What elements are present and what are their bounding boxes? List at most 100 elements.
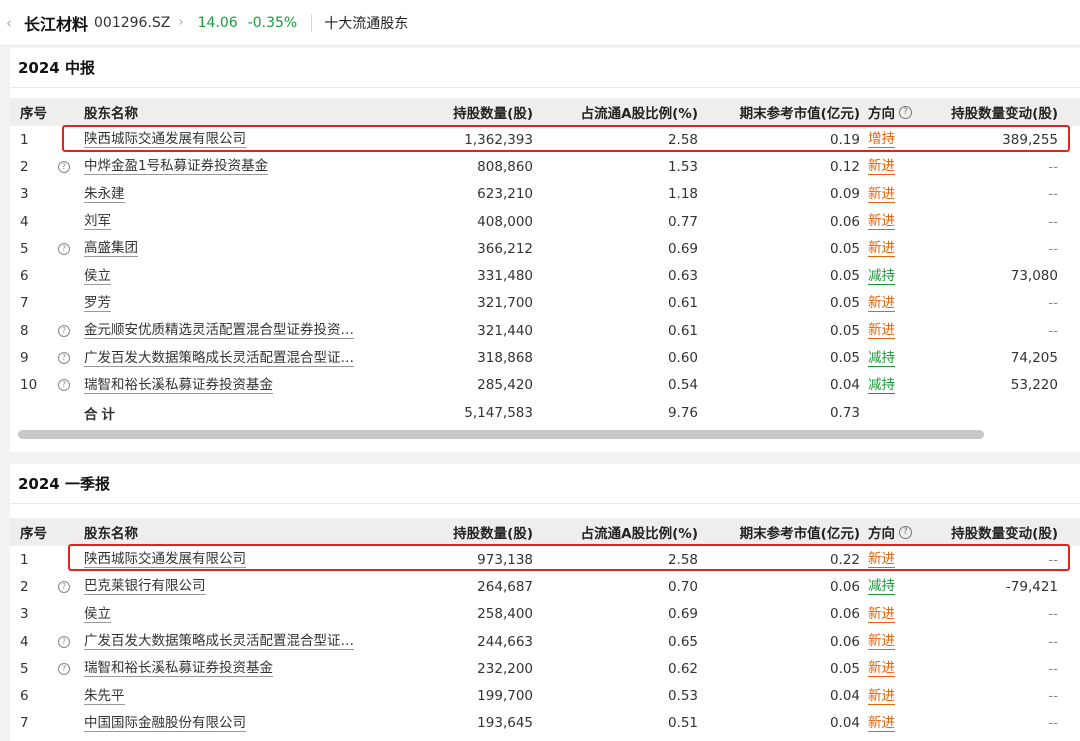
col-header-change[interactable]: 持股数量变动(股)	[940, 518, 1058, 546]
fund-info-cell: ?	[58, 317, 78, 344]
col-header-idx-label: 序号	[20, 106, 47, 122]
direction-link[interactable]: 新进	[868, 551, 895, 569]
col-header-name[interactable]: 股东名称	[84, 518, 414, 546]
col-header-market-value[interactable]: 期末参考市值(亿元)	[710, 98, 860, 126]
row-index: 6	[20, 688, 29, 705]
table-row[interactable]: 7 罗芳 321,700 0.61 0.05 新进 --	[10, 290, 1080, 317]
market-value: 0.06	[829, 213, 860, 230]
shareholder-name-link[interactable]: 陕西城际交通发展有限公司	[84, 551, 246, 569]
table-row[interactable]: 6 朱先平 199,700 0.53 0.04 新进 --	[10, 682, 1080, 709]
table-row[interactable]: 7 中国国际金融股份有限公司 193,645 0.51 0.04 新进 --	[10, 710, 1080, 737]
shares-held: 258,400	[477, 606, 533, 623]
shareholder-name-link[interactable]: 朱先平	[84, 688, 125, 705]
question-circle-icon[interactable]: ?	[899, 105, 912, 119]
table-row[interactable]: 2? 巴克莱银行有限公司 264,687 0.70 0.06 减持 -79,421	[10, 573, 1080, 600]
col-header-change[interactable]: 持股数量变动(股)	[940, 98, 1058, 126]
table-row[interactable]: 1 陕西城际交通发展有限公司 1,362,393 2.58 0.19 增持 389,255	[10, 126, 1080, 153]
table-row[interactable]: 3 朱永建 623,210 1.18 0.09 新进 --	[10, 181, 1080, 208]
direction-link[interactable]: 新进	[868, 715, 895, 732]
table-row[interactable]: 3 侯立 258,400 0.69 0.06 新进 --	[10, 601, 1080, 628]
shareholder-name-link[interactable]: 瑞智和裕长溪私募证券投资基金	[84, 660, 273, 678]
shareholder-name-link[interactable]: 中烨金盈1号私募证券投资基金	[84, 158, 269, 176]
question-circle-icon[interactable]: ?	[899, 525, 912, 539]
float-ratio: 0.77	[667, 213, 698, 230]
col-header-direction[interactable]: 方向?	[868, 98, 938, 126]
shares-held: 318,868	[477, 350, 533, 367]
float-ratio: 0.62	[667, 660, 698, 677]
col-header-shares[interactable]: 持股数量(股)	[430, 98, 533, 126]
total-label: 合计	[84, 406, 119, 423]
direction-link[interactable]: 减持	[868, 578, 895, 596]
col-header-direction[interactable]: 方向?	[868, 518, 938, 546]
direction-link[interactable]: 新进	[868, 660, 895, 678]
direction-cell: 新进	[868, 628, 938, 655]
shareholder-name-link[interactable]: 侯立	[84, 606, 111, 623]
question-circle-icon[interactable]: ?	[58, 160, 70, 173]
shares-change: --	[1048, 213, 1058, 230]
direction-link[interactable]: 新进	[868, 186, 895, 203]
shareholder-name-link[interactable]: 金元顺安优质精选灵活配置混合型证券投资…	[84, 322, 354, 340]
shareholder-name-link[interactable]: 陕西城际交通发展有限公司	[84, 131, 246, 149]
col-header-market-value[interactable]: 期末参考市值(亿元)	[710, 518, 860, 546]
horizontal-scrollbar[interactable]	[18, 430, 984, 439]
question-circle-icon[interactable]: ?	[58, 662, 70, 675]
col-header-shares[interactable]: 持股数量(股)	[430, 518, 533, 546]
market-value: 0.09	[829, 186, 860, 203]
table-row[interactable]: 8? 金元顺安优质精选灵活配置混合型证券投资… 321,440 0.61 0.05 新进 -…	[10, 317, 1080, 344]
col-header-ratio[interactable]: 占流通A股比例(%)	[550, 518, 698, 546]
chevron-left-icon[interactable]: ‹	[6, 14, 20, 32]
shareholder-name-link[interactable]: 罗芳	[84, 295, 111, 312]
question-circle-icon[interactable]: ?	[58, 580, 70, 593]
table-row[interactable]: 10? 瑞智和裕长溪私募证券投资基金 285,420 0.54 0.04 减持 53,220	[10, 372, 1080, 399]
table-row[interactable]: 5? 高盛集团 366,212 0.69 0.05 新进 --	[10, 235, 1080, 262]
shareholder-name-link[interactable]: 高盛集团	[84, 240, 138, 258]
question-circle-icon[interactable]: ?	[58, 379, 70, 392]
question-circle-icon[interactable]: ?	[58, 242, 70, 255]
shares-change: 73,080	[1010, 268, 1058, 285]
shareholder-table: 序号 股东名称 持股数量(股) 占流通A股比例(%) 期末参考市值(亿元) 方向? 持股数量…	[10, 98, 1080, 426]
question-circle-icon[interactable]: ?	[58, 324, 70, 337]
shareholder-table: 序号 股东名称 持股数量(股) 占流通A股比例(%) 期末参考市值(亿元) 方向? 持股数量…	[10, 518, 1080, 737]
shareholder-name-link[interactable]: 瑞智和裕长溪私募证券投资基金	[84, 377, 273, 394]
direction-link[interactable]: 新进	[868, 688, 895, 705]
shareholder-name-cell: 瑞智和裕长溪私募证券投资基金	[84, 655, 414, 682]
direction-link[interactable]: 减持	[868, 268, 895, 285]
table-row[interactable]: 2? 中烨金盈1号私募证券投资基金 808,860 1.53 0.12 新进 --	[10, 153, 1080, 180]
table-row[interactable]: 4? 广发百发大数据策略成长灵活配置混合型证… 244,663 0.65 0.06 新进 -…	[10, 628, 1080, 655]
shareholder-name-link[interactable]: 广发百发大数据策略成长灵活配置混合型证…	[84, 633, 354, 651]
stock-name[interactable]: 长江材料	[24, 11, 88, 35]
market-value: 0.22	[829, 551, 860, 568]
shareholder-name-link[interactable]: 刘军	[84, 213, 111, 231]
shareholder-name-link[interactable]: 巴克莱银行有限公司	[84, 578, 206, 596]
table-row[interactable]: 6 侯立 331,480 0.63 0.05 减持 73,080	[10, 262, 1080, 289]
table-row[interactable]: 5? 瑞智和裕长溪私募证券投资基金 232,200 0.62 0.05 新进 --	[10, 655, 1080, 682]
direction-link[interactable]: 新进	[868, 158, 895, 176]
question-circle-icon[interactable]: ?	[58, 635, 70, 648]
direction-link[interactable]: 减持	[868, 350, 895, 367]
direction-link[interactable]: 新进	[868, 213, 895, 231]
chevron-right-icon[interactable]: ›	[178, 15, 183, 30]
direction-link[interactable]: 增持	[868, 131, 895, 149]
table-row[interactable]: 4 刘军 408,000 0.77 0.06 新进 --	[10, 208, 1080, 235]
direction-link[interactable]: 新进	[868, 606, 895, 623]
direction-link[interactable]: 新进	[868, 240, 895, 258]
shares-held: 232,200	[477, 660, 533, 677]
shareholder-name-link[interactable]: 侯立	[84, 268, 111, 285]
market-value: 0.05	[829, 268, 860, 285]
shareholder-name-link[interactable]: 朱永建	[84, 186, 125, 203]
table-header: 序号 股东名称 持股数量(股) 占流通A股比例(%) 期末参考市值(亿元) 方向? 持股数量…	[10, 98, 1080, 126]
shareholder-name-link[interactable]: 广发百发大数据策略成长灵活配置混合型证…	[84, 350, 354, 367]
question-circle-icon[interactable]: ?	[58, 352, 70, 365]
col-header-ratio[interactable]: 占流通A股比例(%)	[550, 98, 698, 126]
report-title: 2024 中报	[10, 48, 1080, 88]
shareholder-name-link[interactable]: 中国国际金融股份有限公司	[84, 715, 246, 732]
float-ratio: 0.51	[667, 715, 698, 732]
table-row[interactable]: 9? 广发百发大数据策略成长灵活配置混合型证… 318,868 0.60 0.05 减持 7…	[10, 344, 1080, 371]
direction-link[interactable]: 新进	[868, 295, 895, 312]
table-row[interactable]: 1 陕西城际交通发展有限公司 973,138 2.58 0.22 新进 --	[10, 546, 1080, 573]
direction-link[interactable]: 新进	[868, 322, 895, 340]
col-header-name[interactable]: 股东名称	[84, 98, 414, 126]
direction-link[interactable]: 减持	[868, 377, 895, 394]
direction-link[interactable]: 新进	[868, 633, 895, 651]
col-header-market-value-label: 期末参考市值(亿元)	[739, 106, 860, 122]
